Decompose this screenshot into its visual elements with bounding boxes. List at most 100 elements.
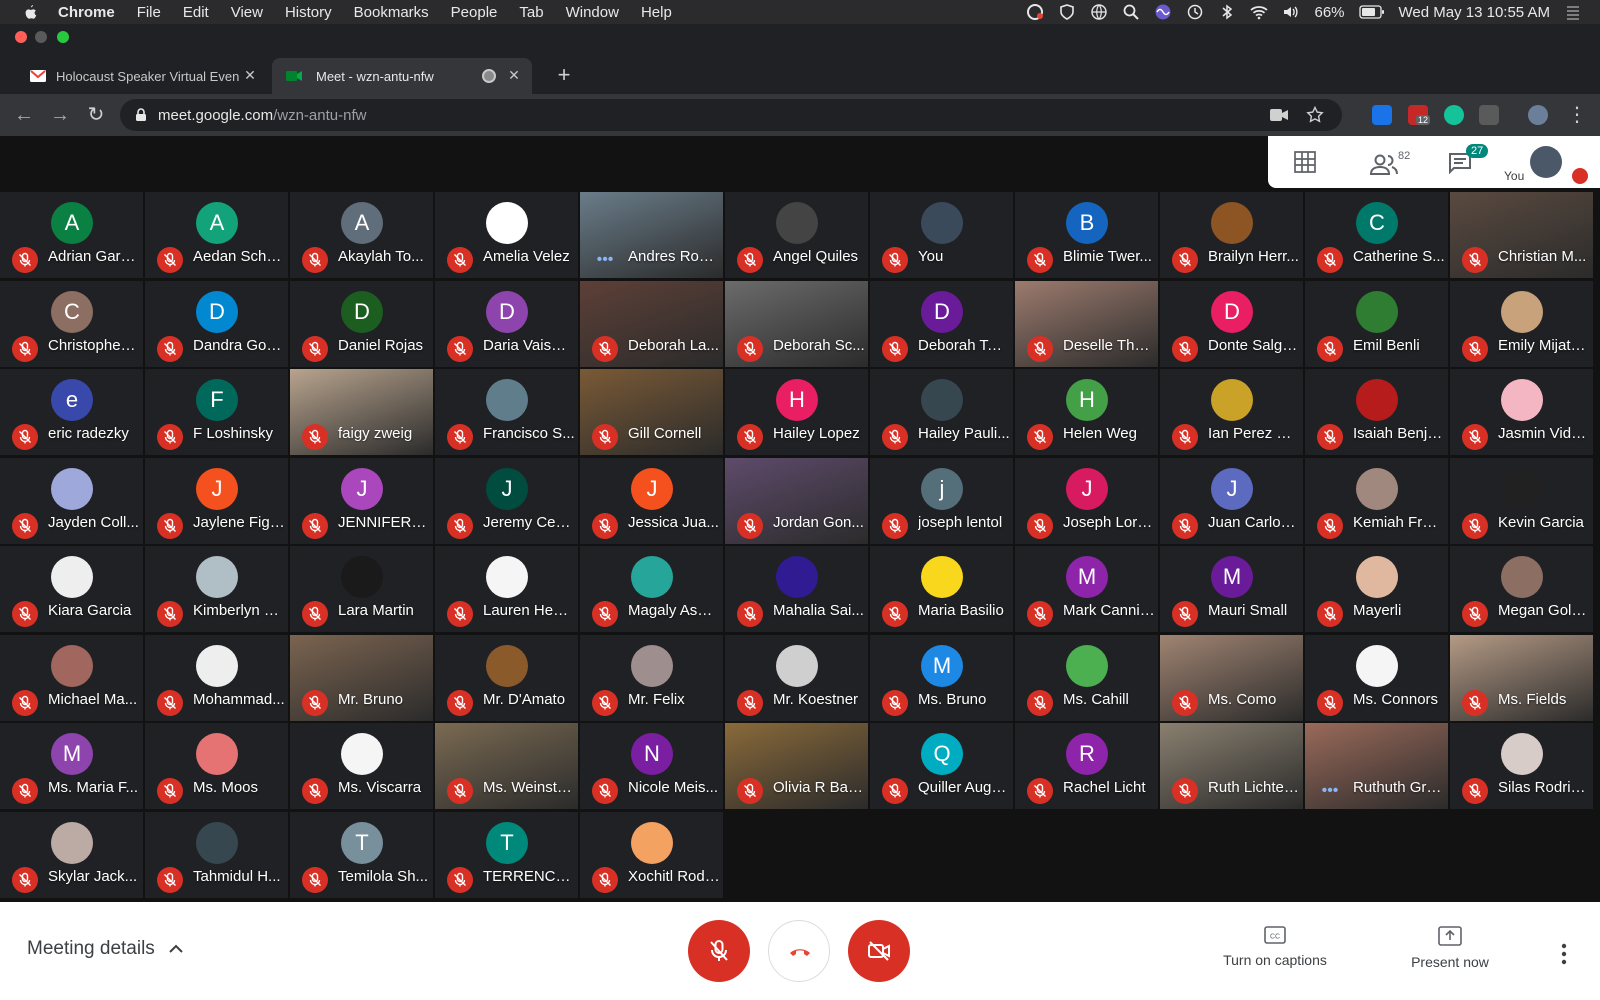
participant-tile[interactable]: C Catherine S...: [1305, 192, 1448, 278]
participant-tile[interactable]: e eric radezky: [0, 369, 143, 455]
participant-tile[interactable]: J Jeremy Ceb...: [435, 457, 578, 544]
participant-tile[interactable]: Isaiah Benja...: [1305, 369, 1448, 455]
participant-tile[interactable]: Q Quiller Augu...: [870, 723, 1013, 809]
participant-tile[interactable]: Mr. Felix: [580, 634, 723, 721]
participant-tile[interactable]: M Mark Canniz...: [1015, 546, 1158, 632]
participant-tile[interactable]: D Donte Salga...: [1160, 280, 1303, 367]
battery-icon[interactable]: [1358, 5, 1385, 19]
camera-toggle-button[interactable]: [848, 920, 910, 982]
menu-chrome[interactable]: Chrome: [58, 4, 115, 21]
participant-tile[interactable]: A Aedan Scho...: [145, 192, 288, 278]
participant-tile[interactable]: D Deborah Ter...: [870, 280, 1013, 367]
apple-logo-icon[interactable]: [22, 4, 38, 20]
menu-tab[interactable]: Tab: [519, 4, 543, 21]
participant-tile[interactable]: Hailey Pauli...: [870, 369, 1013, 455]
participant-tile[interactable]: F F Loshinsky: [145, 369, 288, 455]
shield-icon[interactable]: [1058, 3, 1076, 21]
captions-button[interactable]: CC Turn on captions: [1212, 926, 1338, 968]
participant-tile[interactable]: B Blimie Twer...: [1015, 192, 1158, 278]
globe-icon[interactable]: [1090, 3, 1108, 21]
extension-grid-icon[interactable]: [1479, 105, 1499, 125]
participant-tile[interactable]: Deselle Tho...: [1015, 280, 1158, 367]
participant-tile[interactable]: Emily Mijato...: [1450, 280, 1593, 367]
volume-icon[interactable]: [1282, 3, 1300, 21]
reload-icon[interactable]: ↻: [84, 103, 108, 127]
participant-tile[interactable]: Mayerli: [1305, 546, 1448, 632]
new-tab-button[interactable]: +: [552, 64, 576, 88]
end-call-button[interactable]: [768, 920, 830, 982]
extension-bookmark-icon[interactable]: [1372, 105, 1392, 125]
participant-tile[interactable]: Tahmidul H...: [145, 811, 288, 898]
window-zoom-button[interactable]: [57, 31, 69, 43]
participant-tile[interactable]: faigy zweig: [290, 369, 433, 455]
menu-edit[interactable]: Edit: [183, 4, 209, 21]
participant-tile[interactable]: Silas Rodrig...: [1450, 723, 1593, 809]
participant-tile[interactable]: Mr. D'Amato: [435, 634, 578, 721]
wifi-icon[interactable]: [1250, 3, 1269, 21]
chrome-menu-icon[interactable]: ⋮: [1565, 103, 1589, 127]
participant-tile[interactable]: J Juan Carlos ...: [1160, 457, 1303, 544]
participant-tile[interactable]: Ms. Fields: [1450, 634, 1593, 721]
meeting-details-button[interactable]: Meeting details: [27, 938, 183, 960]
participant-tile[interactable]: j joseph lentol: [870, 457, 1013, 544]
participant-tile[interactable]: Mohammad...: [145, 634, 288, 721]
participant-tile[interactable]: Michael Ma...: [0, 634, 143, 721]
participant-tile[interactable]: H Hailey Lopez: [725, 369, 868, 455]
participant-tile[interactable]: T Temilola Sh...: [290, 811, 433, 898]
creative-cloud-icon[interactable]: [1026, 3, 1044, 21]
participant-tile[interactable]: Ms. Como: [1160, 634, 1303, 721]
participant-tile[interactable]: J Jaylene Figu...: [145, 457, 288, 544]
address-bar[interactable]: meet.google.com/wzn-antu-nfw: [120, 99, 1342, 131]
menu-view[interactable]: View: [231, 4, 263, 21]
participant-tile[interactable]: Kimberlyn D...: [145, 546, 288, 632]
participant-tile[interactable]: J Jessica Jua...: [580, 457, 723, 544]
participant-tile[interactable]: Jayden Coll...: [0, 457, 143, 544]
participant-tile[interactable]: Ian Perez Fl...: [1160, 369, 1303, 455]
menu-help[interactable]: Help: [641, 4, 672, 21]
tab-close-icon[interactable]: ✕: [242, 67, 258, 83]
participant-tile[interactable]: Ms. Cahill: [1015, 634, 1158, 721]
camera-in-use-icon[interactable]: [1270, 109, 1288, 121]
menu-window[interactable]: Window: [566, 4, 619, 21]
participant-tile[interactable]: Skylar Jack...: [0, 811, 143, 898]
participant-tile[interactable]: Deborah La...: [580, 280, 723, 367]
chat-button[interactable]: 27: [1448, 144, 1489, 180]
bookmark-star-icon[interactable]: [1306, 106, 1324, 124]
participant-tile[interactable]: T TERRENCE ...: [435, 811, 578, 898]
participants-button[interactable]: 82: [1370, 148, 1420, 178]
participant-tile[interactable]: D Daria Vaism...: [435, 280, 578, 367]
participant-tile[interactable]: D Daniel Rojas: [290, 280, 433, 367]
participant-tile[interactable]: Emil Benli: [1305, 280, 1448, 367]
layout-grid-icon[interactable]: [1294, 151, 1316, 173]
participant-tile[interactable]: Ruth Lichten...: [1160, 723, 1303, 809]
participant-tile[interactable]: Angel Quiles: [725, 192, 868, 278]
participant-tile[interactable]: H Helen Weg: [1015, 369, 1158, 455]
participant-tile[interactable]: A Adrian Garci...: [0, 192, 143, 278]
tab-meet[interactable]: Meet - wzn-antu-nfw ✕: [272, 58, 532, 94]
participant-tile[interactable]: N Nicole Meis...: [580, 723, 723, 809]
more-options-icon[interactable]: [1554, 942, 1574, 966]
tab-gmail[interactable]: Holocaust Speaker Virtual Even ✕: [8, 58, 268, 94]
participant-tile[interactable]: You: [870, 192, 1013, 278]
notification-center-icon[interactable]: [1564, 3, 1582, 21]
participant-tile[interactable]: Christian M...: [1450, 192, 1593, 278]
participant-tile[interactable]: Lauren Henr...: [435, 546, 578, 632]
menu-file[interactable]: File: [137, 4, 161, 21]
participant-tile[interactable]: Brailyn Herr...: [1160, 192, 1303, 278]
extension-grammarly-icon[interactable]: [1444, 105, 1464, 125]
participant-tile[interactable]: Gill Cornell: [580, 369, 723, 455]
participant-tile[interactable]: Francisco S...: [435, 369, 578, 455]
menu-people[interactable]: People: [451, 4, 498, 21]
participant-tile[interactable]: Lara Martin: [290, 546, 433, 632]
participant-tile[interactable]: Mr. Koestner: [725, 634, 868, 721]
participant-tile[interactable]: Ms. Viscarra: [290, 723, 433, 809]
back-arrow-icon[interactable]: ←: [12, 103, 36, 127]
menu-history[interactable]: History: [285, 4, 332, 21]
forward-arrow-icon[interactable]: →: [48, 103, 72, 127]
participant-tile[interactable]: J JENNIFER G...: [290, 457, 433, 544]
participant-tile[interactable]: Amelia Velez: [435, 192, 578, 278]
participant-tile[interactable]: ••• Ruthuth Gru...: [1305, 723, 1448, 809]
participant-tile[interactable]: C Christopher ...: [0, 280, 143, 367]
participant-tile[interactable]: Maria Basilio: [870, 546, 1013, 632]
bluetooth-icon[interactable]: [1218, 3, 1236, 21]
